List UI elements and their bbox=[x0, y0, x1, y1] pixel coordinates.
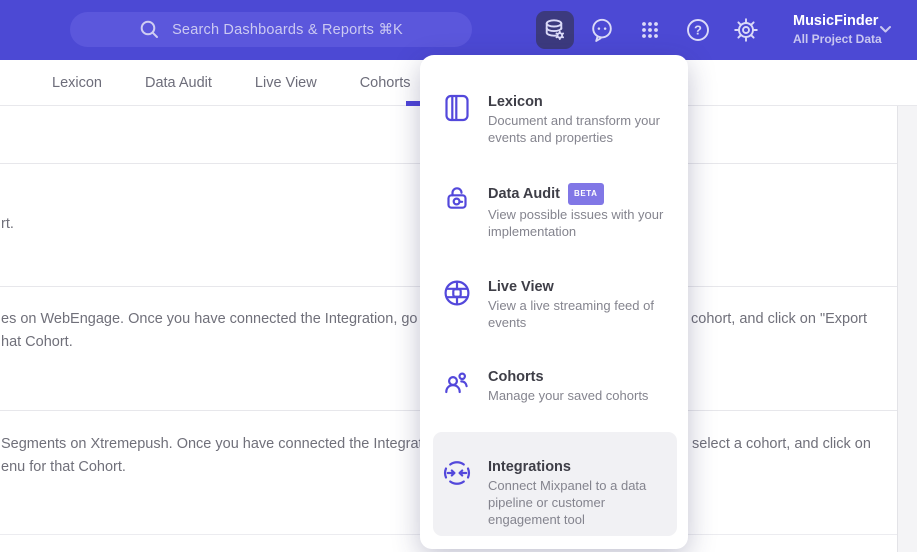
menu-item-cohorts[interactable]: Cohorts Manage your saved cohorts bbox=[442, 368, 708, 404]
row-text-fragment: select a cohort, and click on bbox=[692, 436, 871, 452]
integrations-sync-icon bbox=[443, 461, 471, 485]
menu-item-description: View possible issues with your implement… bbox=[488, 207, 664, 239]
project-switcher[interactable]: MusicFinder All Project Data bbox=[793, 12, 882, 47]
menu-item-lexicon[interactable]: Lexicon Document and transform your even… bbox=[442, 93, 666, 146]
help-button[interactable]: ? bbox=[679, 11, 717, 49]
menu-item-data-audit[interactable]: Data Audit BETA View possible issues wit… bbox=[442, 183, 693, 240]
database-gear-icon bbox=[545, 19, 565, 40]
chevron-down-icon[interactable] bbox=[879, 25, 892, 34]
search-placeholder: Search Dashboards & Reports ⌘K bbox=[172, 21, 403, 38]
menu-item-text: Integrations Connect Mixpanel to a data … bbox=[488, 458, 676, 528]
question-circle-icon: ? bbox=[687, 19, 709, 41]
menu-item-title: Integrations bbox=[488, 458, 676, 476]
menu-item-text: Live View View a live streaming feed of … bbox=[488, 278, 688, 331]
row-line: enu for that Cohort. bbox=[1, 458, 126, 475]
tab-data-audit[interactable]: Data Audit bbox=[145, 75, 212, 91]
live-view-globe-icon bbox=[444, 280, 470, 306]
menu-item-description: Manage your saved cohorts bbox=[488, 388, 649, 403]
menu-item-label: Data Audit bbox=[488, 186, 560, 202]
data-management-button[interactable] bbox=[536, 11, 574, 49]
menu-item-label: Integrations bbox=[488, 459, 571, 475]
row-text-fragment: rt. bbox=[1, 216, 14, 232]
project-name: MusicFinder bbox=[793, 13, 879, 29]
data-management-dropdown: Lexicon Document and transform your even… bbox=[420, 55, 688, 549]
mixpanel-app: rt. es on WebEngage. Once you have conne… bbox=[0, 0, 917, 552]
menu-item-description: View a live streaming feed of events bbox=[488, 298, 654, 330]
top-nav-bar: Search Dashboards & Reports ⌘K ? MusicFi… bbox=[0, 0, 917, 60]
menu-item-text: Cohorts Manage your saved cohorts bbox=[488, 368, 708, 404]
tab-cohorts[interactable]: Cohorts bbox=[360, 75, 411, 91]
menu-item-title: Data Audit BETA bbox=[488, 183, 693, 205]
active-tab-indicator bbox=[406, 101, 421, 106]
lexicon-book-icon bbox=[445, 94, 469, 122]
settings-button[interactable] bbox=[727, 11, 765, 49]
apps-grid-button[interactable] bbox=[631, 11, 669, 49]
menu-item-integrations[interactable]: Integrations Connect Mixpanel to a data … bbox=[442, 458, 676, 528]
support-button[interactable] bbox=[583, 11, 621, 49]
project-scope: All Project Data bbox=[793, 32, 882, 46]
row-line: Segments on Xtremepush. Once you have co… bbox=[1, 436, 446, 452]
row-line: hat Cohort. bbox=[1, 333, 73, 350]
tab-live-view[interactable]: Live View bbox=[255, 75, 317, 91]
svg-text:?: ? bbox=[694, 23, 702, 38]
beta-badge: BETA bbox=[567, 183, 604, 205]
menu-item-label: Lexicon bbox=[488, 94, 543, 110]
grid-dots-icon bbox=[642, 22, 658, 38]
row-text-fragment: Segments on Xtremepush. Once you have co… bbox=[1, 433, 446, 478]
menu-item-title: Cohorts bbox=[488, 368, 708, 386]
menu-item-title: Lexicon bbox=[488, 93, 666, 111]
row-line: es on WebEngage. Once you have connected… bbox=[1, 311, 458, 327]
menu-item-label: Cohorts bbox=[488, 369, 544, 385]
data-audit-lock-icon bbox=[447, 187, 467, 209]
scrollbar-track[interactable] bbox=[897, 106, 917, 552]
menu-item-live-view[interactable]: Live View View a live streaming feed of … bbox=[442, 278, 688, 331]
menu-item-description: Document and transform your events and p… bbox=[488, 113, 660, 145]
search-icon bbox=[140, 20, 159, 38]
menu-item-description: Connect Mixpanel to a data pipeline or c… bbox=[488, 478, 647, 527]
menu-item-label: Live View bbox=[488, 279, 554, 295]
chat-smiley-icon bbox=[592, 18, 612, 42]
menu-item-text: Lexicon Document and transform your even… bbox=[488, 93, 666, 146]
row-text-fragment: es on WebEngage. Once you have connected… bbox=[1, 308, 458, 353]
tab-lexicon[interactable]: Lexicon bbox=[52, 75, 102, 91]
search-input[interactable]: Search Dashboards & Reports ⌘K bbox=[70, 12, 472, 47]
menu-item-title: Live View bbox=[488, 278, 688, 296]
menu-item-text: Data Audit BETA View possible issues wit… bbox=[488, 183, 693, 240]
cohorts-users-icon bbox=[445, 372, 468, 394]
gear-icon bbox=[734, 18, 758, 42]
row-text-fragment: cohort, and click on "Export bbox=[691, 311, 868, 327]
